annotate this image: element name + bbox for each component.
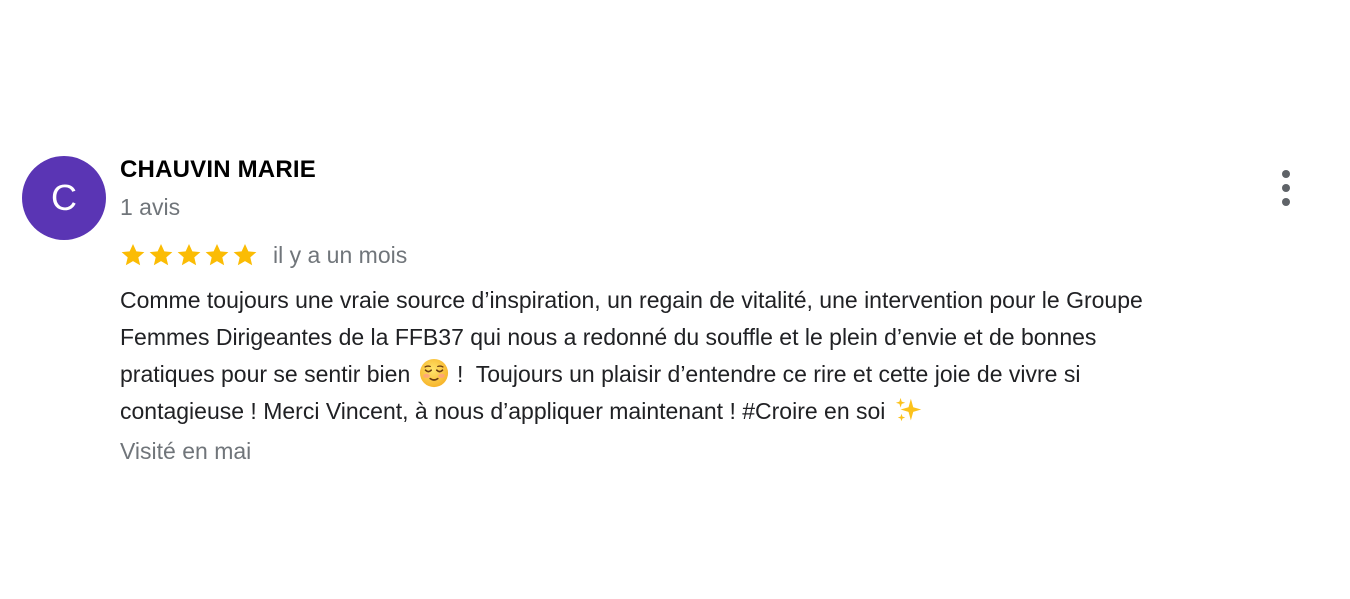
avatar-initial: C	[51, 177, 77, 218]
star-icon	[177, 243, 201, 266]
relieved-face-emoji	[419, 358, 448, 388]
star-icon	[121, 243, 145, 266]
visited-date: Visité en mai	[120, 438, 252, 464]
more-options-button[interactable]	[1274, 168, 1298, 208]
star-icon	[233, 243, 257, 266]
review-time: il y a un mois	[273, 241, 408, 268]
avatar[interactable]: C	[22, 156, 106, 240]
star-rating	[120, 242, 258, 268]
star-icon	[205, 243, 229, 266]
review-text-line-2: Femmes Dirigeantes de la FFB37 qui nous …	[120, 324, 1097, 350]
review-count[interactable]: 1 avis	[120, 194, 180, 221]
review-text-line-1: Comme toujours une vraie source d’inspir…	[120, 287, 1143, 313]
rating-row: il y a un mois	[120, 240, 407, 270]
review-card: C CHAUVIN MARIE 1 avis il y a un mois Co…	[22, 156, 1322, 476]
sparkles-emoji	[895, 397, 921, 422]
review-text-line-3b: ! Toujours un plaisir d’entendre ce rire…	[450, 361, 1081, 387]
review-text-line-3a: pratiques pour se sentir bien	[120, 361, 417, 387]
review-text: Comme toujours une vraie source d’inspir…	[120, 282, 1320, 430]
star-icon	[149, 243, 173, 266]
author-name[interactable]: CHAUVIN MARIE	[120, 156, 316, 184]
review-text-line-4: contagieuse ! Merci Vincent, à nous d’ap…	[120, 398, 892, 424]
